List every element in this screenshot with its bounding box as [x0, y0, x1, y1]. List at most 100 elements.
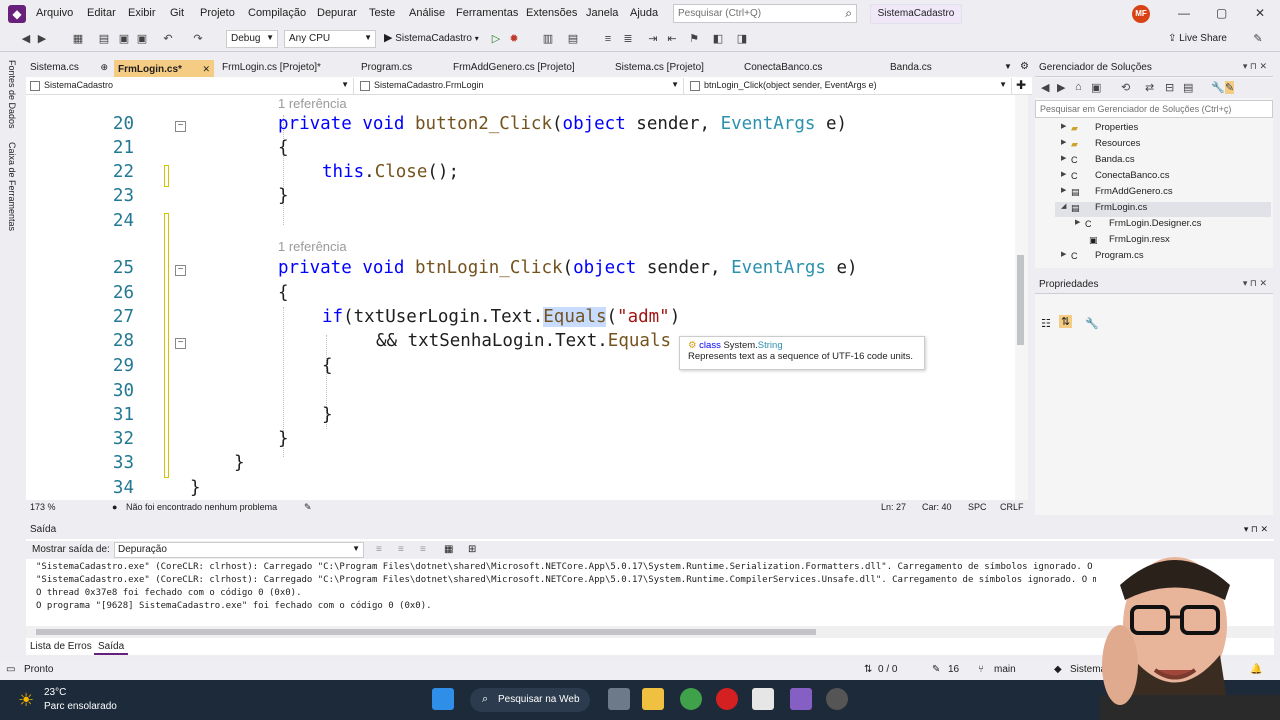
collapse-icon[interactable]: − [175, 121, 186, 132]
file-explorer-icon[interactable] [642, 688, 664, 710]
close-icon[interactable]: ✕ [1255, 6, 1265, 20]
split-editor-icon[interactable]: ✚ [1016, 78, 1026, 92]
comment-icon[interactable]: ≡ [600, 31, 616, 47]
uncomment-icon[interactable]: ≣ [620, 31, 636, 47]
layout-icon[interactable]: ▤ [565, 31, 581, 47]
data-sources-tab[interactable]: Fontes de Dados [7, 60, 17, 129]
pin-icon[interactable]: ⊕ [100, 62, 108, 73]
tree-item-frmlogin-resx[interactable]: ▣ FrmLogin.resx [1085, 234, 1271, 249]
notepad-icon[interactable] [752, 688, 774, 710]
code-editor[interactable]: 1 referência 20 private void button2_Cli… [26, 95, 1026, 500]
clear-all-icon[interactable]: ▦ [444, 544, 453, 555]
history-icon[interactable]: ⟲ [1121, 81, 1130, 94]
expand-icon[interactable]: ▶ [1061, 186, 1069, 194]
output-horizontal-scrollbar[interactable] [26, 626, 1274, 638]
zoom-level[interactable]: 173 % [30, 502, 56, 512]
preview-icon[interactable]: ✎ [1225, 81, 1235, 94]
menu-projeto[interactable]: Projeto [200, 7, 235, 19]
expand-icon[interactable]: ▶ [1061, 122, 1069, 130]
properties-icon[interactable]: 🔧 [1211, 81, 1225, 94]
issues-status[interactable]: Não foi encontrado nenhum problema [126, 502, 277, 512]
reference-count[interactable]: 1 referência [278, 96, 347, 111]
scrollbar-thumb[interactable] [36, 629, 816, 635]
categorized-icon[interactable]: ☷ [1041, 317, 1051, 330]
wrench-icon[interactable]: 🔧 [1085, 317, 1099, 330]
platform-dropdown[interactable]: Any CPU ▼ [284, 30, 376, 48]
alphabetical-icon[interactable]: ⇅ [1059, 315, 1073, 328]
collapse-all-icon[interactable]: ⊟ [1165, 81, 1174, 94]
tab-sistema-projeto[interactable]: Sistema.cs [Projeto] [611, 60, 735, 77]
undo-icon[interactable]: ↶ [160, 31, 176, 47]
tab-output[interactable]: Saída [94, 639, 129, 655]
col-indicator[interactable]: Car: 40 [922, 502, 952, 512]
menu-arquivo[interactable]: Arquivo [36, 7, 73, 19]
expand-icon[interactable]: ▶ [1061, 154, 1069, 162]
task-view-icon[interactable] [608, 688, 630, 710]
tab-frmaddgenero[interactable]: FrmAddGenero.cs [Projeto] [449, 60, 609, 77]
class-dropdown[interactable]: SistemaCadastro.FrmLogin ▼ [356, 78, 684, 94]
expand-icon[interactable]: ▶ [1061, 170, 1069, 178]
git-branch[interactable]: main [994, 664, 1016, 675]
expand-icon[interactable]: ▶ [1061, 250, 1069, 258]
prev-bookmark-icon[interactable]: ◧ [710, 31, 726, 47]
output-source-dropdown[interactable]: Depuração ▼ [114, 542, 364, 558]
git-changes-count[interactable]: 0 / 0 [878, 664, 897, 675]
goto-next-icon[interactable]: ≡ [398, 544, 404, 555]
menu-git[interactable]: Git [170, 7, 184, 19]
project-dropdown[interactable]: SistemaCadastro ▼ [26, 78, 354, 94]
panel-controls-icon[interactable]: ▾ ⊓ ✕ [1243, 278, 1267, 289]
tab-error-list[interactable]: Lista de Erros [26, 639, 96, 655]
indent-icon[interactable]: ⇥ [645, 31, 661, 47]
word-wrap-icon[interactable]: ⊞ [468, 544, 476, 555]
open-icon[interactable]: ▤ [96, 31, 112, 47]
new-project-icon[interactable]: ▦ [70, 31, 86, 47]
menu-ajuda[interactable]: Ajuda [630, 7, 658, 19]
menu-compilacao[interactable]: Compilação [248, 7, 306, 19]
tab-program-cs[interactable]: Program.cs [357, 60, 445, 77]
web-search-box[interactable]: ⌕ Pesquisar na Web [470, 688, 590, 712]
windows-start-icon[interactable] [432, 688, 454, 710]
menu-teste[interactable]: Teste [369, 7, 395, 19]
member-dropdown[interactable]: btnLogin_Click(object sender, EventArgs … [686, 78, 1012, 94]
start-debug-button[interactable]: ▶ SistemaCadastro ▾ [384, 31, 479, 44]
collapse-icon[interactable]: − [175, 338, 186, 349]
back-icon[interactable]: ◀ [1041, 81, 1049, 94]
menu-depurar[interactable]: Depurar [317, 7, 357, 19]
menu-extensoes[interactable]: Extensões [526, 7, 577, 19]
tree-item-program[interactable]: ▶ C Program.cs [1061, 250, 1271, 265]
tree-item-properties[interactable]: ▶ ▰ Properties [1061, 122, 1271, 137]
tab-list-icon[interactable]: ▼ [1004, 62, 1012, 71]
panel-controls-icon[interactable]: ▾ ⊓ ✕ [1243, 61, 1267, 72]
goto-prev-icon[interactable]: ≡ [376, 544, 382, 555]
back-icon[interactable]: ◀ [18, 31, 34, 47]
tab-frmlogin-design[interactable]: FrmLogin.cs [Projeto]* [218, 60, 354, 77]
menu-janela[interactable]: Janela [586, 7, 618, 19]
find-icon[interactable]: ≡ [420, 544, 426, 555]
reference-count[interactable]: 1 referência [278, 239, 347, 254]
opera-icon[interactable] [716, 688, 738, 710]
visual-studio-logo-icon[interactable]: ◆ [8, 5, 26, 23]
live-share-button[interactable]: ⇪ Live Share [1168, 33, 1227, 44]
scrollbar-thumb[interactable] [1017, 255, 1024, 345]
start-without-debug-icon[interactable]: ▷ [488, 31, 504, 47]
visual-studio-icon[interactable] [790, 688, 812, 710]
forward-icon[interactable]: ▶ [1057, 81, 1065, 94]
save-icon[interactable]: ▣ [116, 31, 132, 47]
save-all-icon[interactable]: ▣ [134, 31, 150, 47]
tab-sistema-cs[interactable]: Sistema.cs ⊕ [26, 60, 112, 77]
brush-icon[interactable]: ✎ [304, 502, 312, 513]
panel-controls-icon[interactable]: ▾ ⊓ ✕ [1244, 524, 1268, 535]
tree-item-resources[interactable]: ▶ ▰ Resources [1061, 138, 1271, 153]
tab-conectabanco[interactable]: ConectaBanco.cs [740, 60, 856, 77]
switch-views-icon[interactable]: ▣ [1091, 81, 1101, 94]
chrome-icon[interactable] [680, 688, 702, 710]
collapse-icon[interactable]: − [175, 265, 186, 276]
tree-item-frmlogin-designer[interactable]: ▶ C FrmLogin.Designer.cs [1075, 218, 1271, 233]
tab-banda[interactable]: Banda.cs [886, 60, 956, 77]
feedback-icon[interactable]: ✎ [1250, 31, 1266, 47]
minimize-icon[interactable]: — [1178, 6, 1190, 20]
menu-ferramentas[interactable]: Ferramentas [456, 7, 518, 19]
outdent-icon[interactable]: ⇤ [664, 31, 680, 47]
avatar[interactable]: MF [1132, 5, 1150, 23]
toolbox-tab[interactable]: Caixa de Ferramentas [7, 142, 17, 231]
